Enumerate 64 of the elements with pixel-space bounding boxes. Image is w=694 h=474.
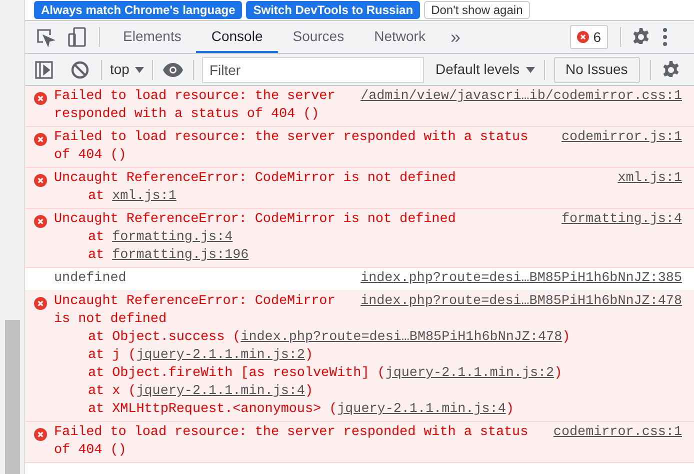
stack-frame-text: at j ( xyxy=(88,348,136,363)
stack-frame-text: at xyxy=(88,189,106,204)
source-link[interactable]: formatting.js:4 xyxy=(561,211,682,229)
message-text: Uncaught ReferenceError: CodeMirror is not defined xyxy=(54,212,456,227)
stack-frame-text: at xyxy=(88,230,106,245)
dropdown-arrow-icon xyxy=(526,66,535,72)
stack-frame-text: ) xyxy=(554,366,562,381)
stack-frame-link[interactable]: jquery-2.1.1.min.js:4 xyxy=(136,384,305,399)
filter-input[interactable]: Filter xyxy=(202,56,424,82)
tab[interactable]: Elements xyxy=(108,21,196,53)
error-icon xyxy=(34,428,47,441)
stack-frame-text: at Object.fireWith [as resolveWith] ( xyxy=(88,366,386,381)
message-text: undefined xyxy=(54,271,126,286)
clear-console-icon[interactable] xyxy=(71,60,89,78)
banner-button[interactable]: Don't show again xyxy=(424,1,530,19)
message-text: Failed to load resource: the server responded with a status of 404 () xyxy=(54,130,528,163)
error-icon xyxy=(34,174,47,187)
log-levels-dropdown[interactable]: Default levels xyxy=(435,59,535,80)
stack-frame-text: at xyxy=(88,248,106,263)
dropdown-arrow-icon xyxy=(135,66,144,72)
source-link[interactable]: codemirror.js:1 xyxy=(561,129,682,147)
stack-frame-link[interactable]: formatting.js:4 xyxy=(112,230,233,245)
source-link[interactable]: xml.js:1 xyxy=(618,170,682,188)
source-link[interactable]: index.php?route=desi…BM85PiH1h6bNnJZ:385 xyxy=(360,270,682,288)
message-text: Failed to load resource: the server responded with a status of 404 () xyxy=(54,89,336,122)
stack-frame-link[interactable]: index.php?route=desi…BM85PiH1h6bNnJZ:478 xyxy=(240,330,562,345)
stack-frame-text: at Object.success ( xyxy=(88,330,241,345)
settings-icon[interactable] xyxy=(660,60,681,80)
stack-frame-link[interactable]: jquery-2.1.1.min.js:2 xyxy=(385,366,554,381)
stack-frame-text: ) xyxy=(562,330,570,345)
stack-frame-text: ) xyxy=(304,348,314,363)
error-icon xyxy=(577,31,590,43)
stack-frame-link[interactable]: jquery-2.1.1.min.js:4 xyxy=(337,402,506,417)
message-text: Uncaught ReferenceError: CodeMirror is not defined xyxy=(54,171,456,186)
source-link[interactable]: index.php?route=desi…BM85PiH1h6bNnJZ:478 xyxy=(360,293,682,311)
stack-frame-text: at XMLHttpRequest.<anonymous> ( xyxy=(88,402,338,417)
device-icon[interactable] xyxy=(67,26,87,48)
stack-frame-link[interactable]: jquery-2.1.1.min.js:2 xyxy=(136,348,305,363)
stack-frame-text: ) xyxy=(506,402,514,417)
more-tabs-button[interactable]: » xyxy=(450,24,460,50)
settings-icon[interactable] xyxy=(631,27,651,47)
error-icon xyxy=(34,215,47,228)
scrollbar-thumb[interactable] xyxy=(5,320,20,474)
stack-frame-link[interactable]: formatting.js:196 xyxy=(112,248,249,263)
tab[interactable]: Network xyxy=(359,21,440,53)
stack-frame-text: ) xyxy=(304,384,314,399)
source-link[interactable]: /admin/view/javascri…ib/codemirror.css:1 xyxy=(360,88,682,106)
banner-button[interactable]: Always match Chrome's language xyxy=(34,1,242,19)
error-icon xyxy=(34,92,47,105)
banner-button[interactable]: Switch DevTools to Russian xyxy=(246,1,420,19)
error-icon xyxy=(34,133,47,146)
inspect-icon[interactable] xyxy=(35,27,55,47)
message-text: Failed to load resource: the server responded with a status of 404 () xyxy=(54,425,528,458)
tab[interactable]: Sources xyxy=(278,21,360,53)
stack-frame-link[interactable]: xml.js:1 xyxy=(112,189,176,204)
error-count-button[interactable]: 6 xyxy=(570,25,608,49)
eye-icon[interactable] xyxy=(163,62,184,76)
sidebar-icon[interactable] xyxy=(35,60,53,78)
more-options-icon[interactable] xyxy=(663,28,667,46)
issues-button[interactable]: No Issues xyxy=(554,56,640,82)
context-dropdown[interactable]: top xyxy=(110,59,144,80)
source-link[interactable]: codemirror.css:1 xyxy=(553,424,682,442)
error-icon xyxy=(34,297,47,310)
stack-frame-text: at x ( xyxy=(88,384,136,399)
